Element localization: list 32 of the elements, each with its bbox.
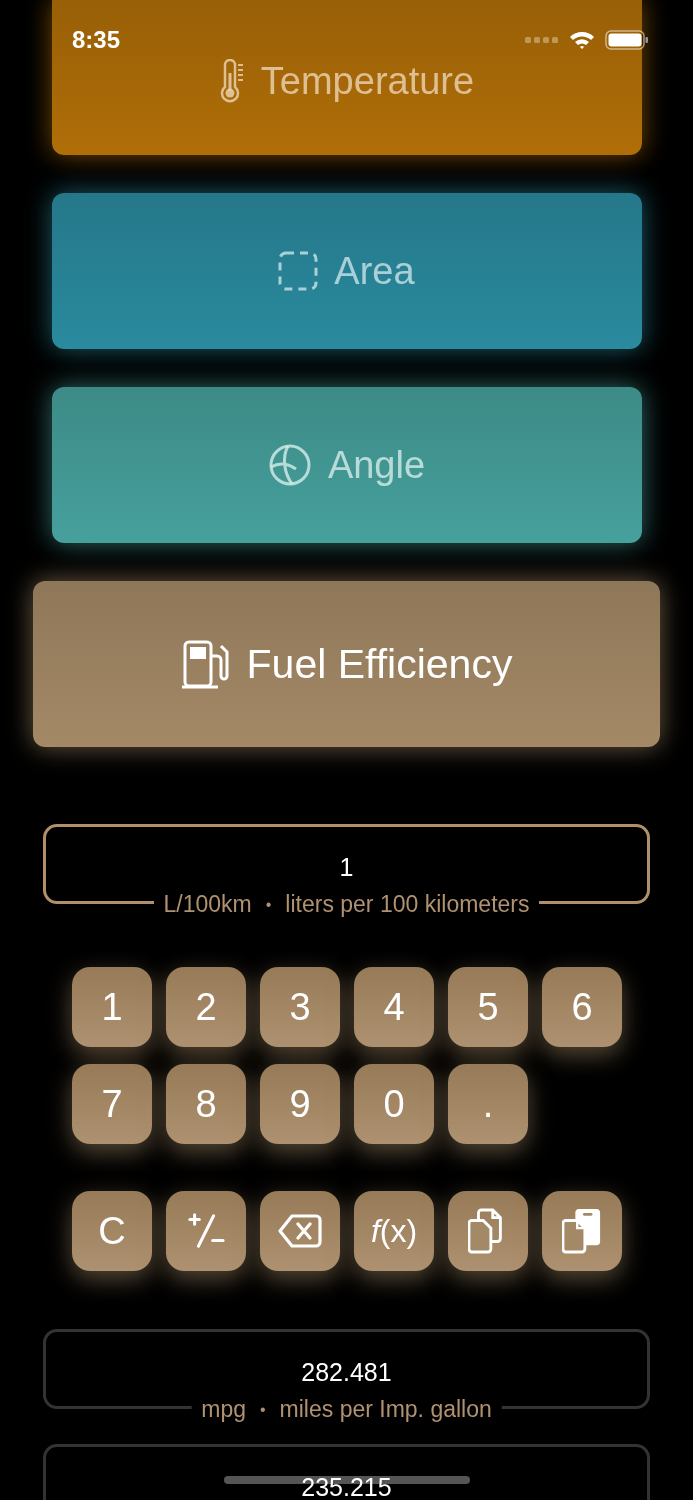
backspace-key[interactable]	[260, 1191, 340, 1271]
category-button[interactable]: Fuel Efficiency	[33, 581, 660, 747]
fuel-pump-icon	[180, 638, 231, 690]
digit-key[interactable]: .	[448, 1064, 528, 1144]
paste-key[interactable]	[542, 1191, 622, 1271]
category-button[interactable]: Angle	[51, 387, 642, 543]
digit-key[interactable]: 3	[260, 967, 340, 1047]
sign-key[interactable]	[166, 1191, 246, 1271]
clear-key[interactable]: C	[72, 1191, 152, 1271]
backspace-icon	[278, 1213, 322, 1249]
paste-icon	[562, 1207, 602, 1255]
result-field: 235.215	[43, 1444, 650, 1500]
digit-key[interactable]: 9	[260, 1064, 340, 1144]
category-button[interactable]: Area	[51, 193, 642, 349]
battery-icon	[605, 30, 649, 50]
digit-key[interactable]: 8	[166, 1064, 246, 1144]
signal-icon	[525, 36, 559, 44]
dashed-square-icon	[278, 251, 319, 291]
digit-key[interactable]: 2	[166, 967, 246, 1047]
function-key[interactable]: f(x)	[354, 1191, 434, 1271]
plus-minus-icon	[187, 1212, 225, 1250]
digit-key[interactable]: 1	[72, 967, 152, 1047]
digit-key[interactable]: 6	[542, 967, 622, 1047]
digit-key[interactable]: 0	[354, 1064, 434, 1144]
wifi-icon	[569, 30, 595, 50]
thermometer-icon	[218, 59, 245, 103]
status-time: 8:35	[72, 26, 121, 54]
digit-key[interactable]: 4	[354, 967, 434, 1047]
copy-key[interactable]	[448, 1191, 528, 1271]
globe-icon	[267, 443, 312, 487]
digit-key[interactable]: 5	[448, 967, 528, 1047]
digit-key[interactable]: 7	[72, 1064, 152, 1144]
